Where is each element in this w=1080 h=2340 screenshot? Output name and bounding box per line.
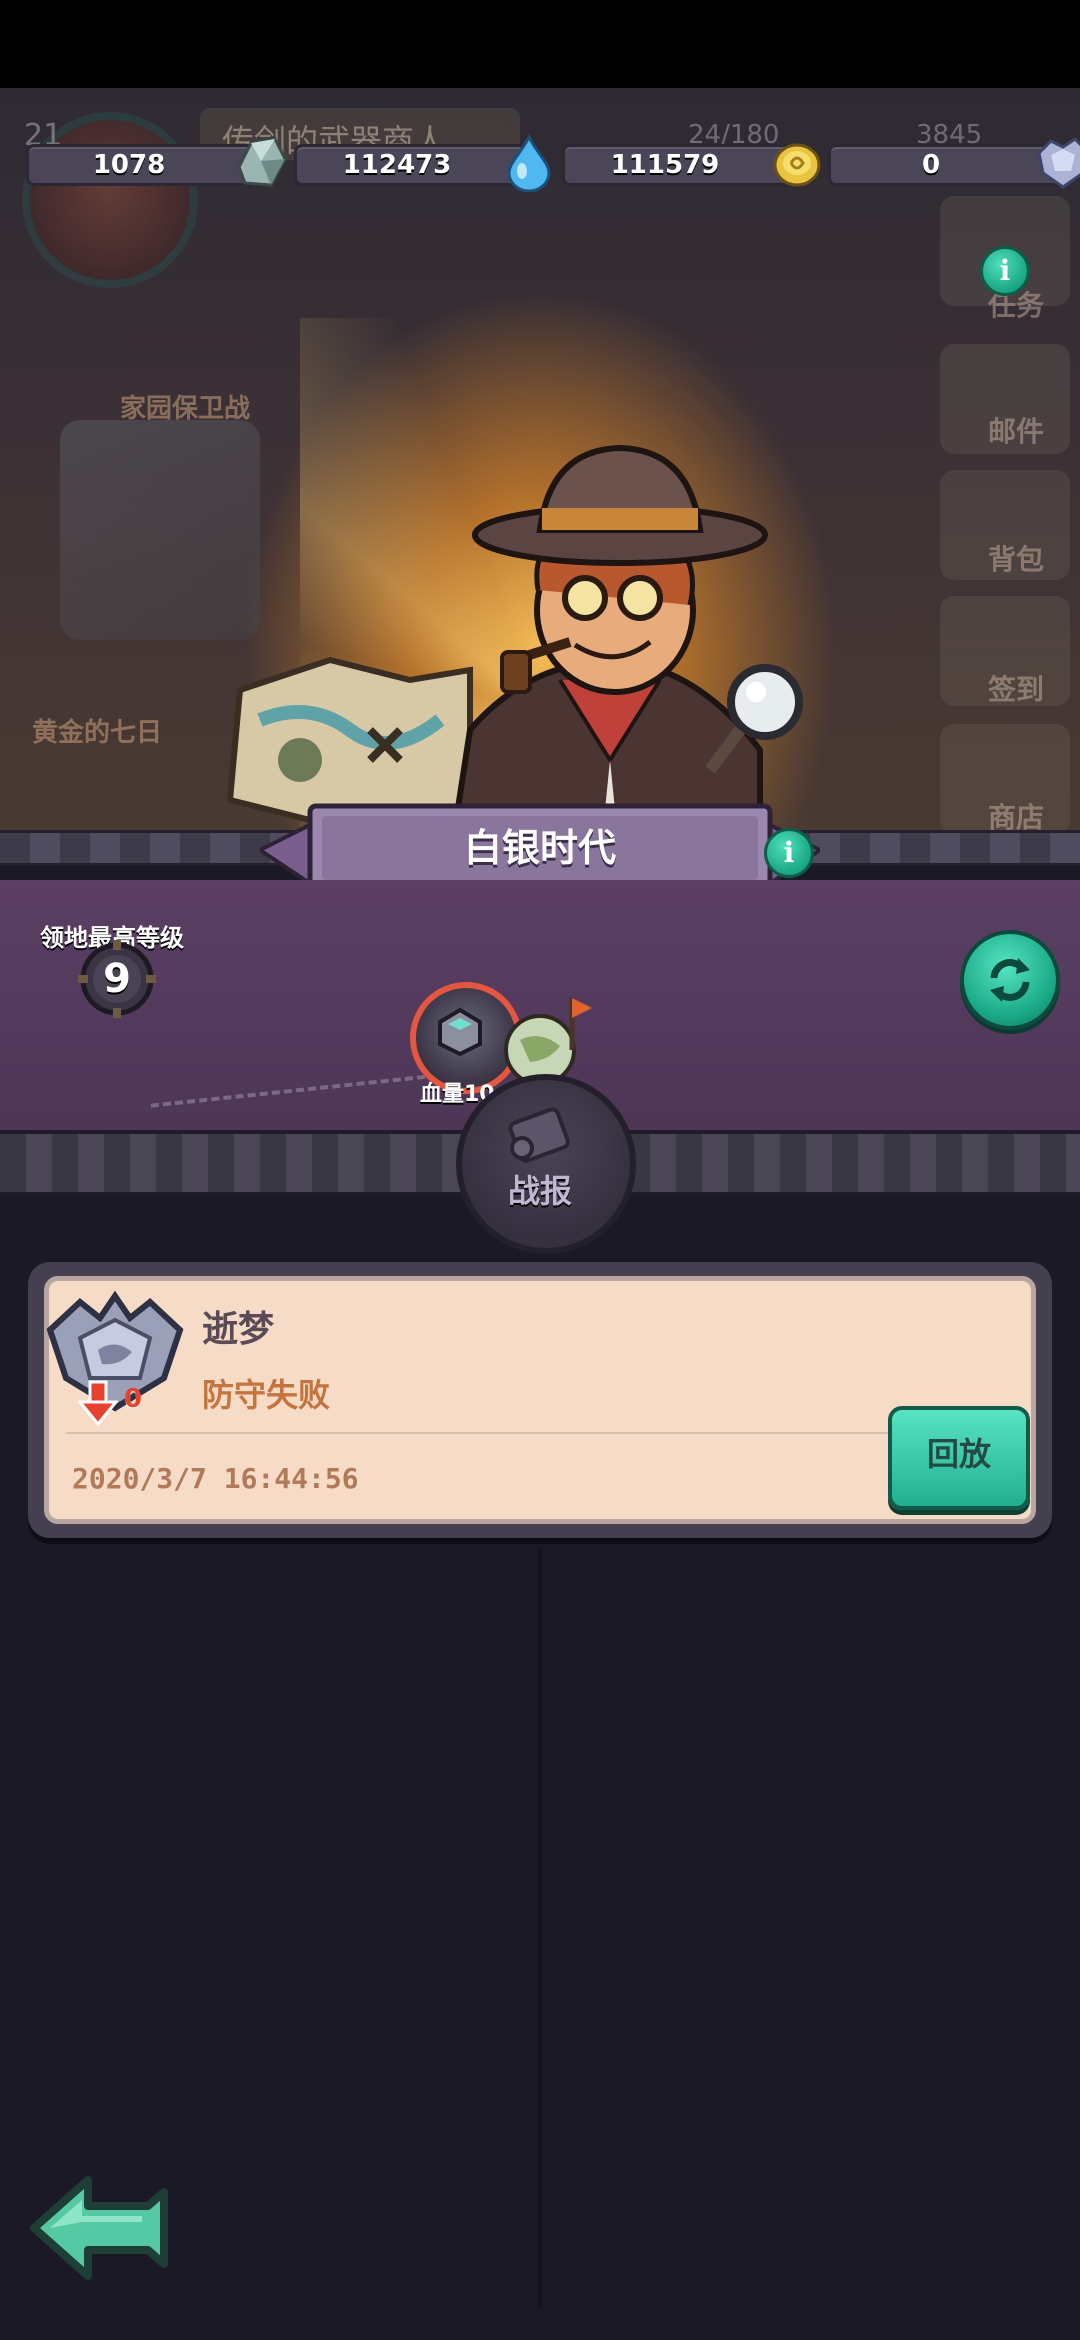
era-title: 白银时代	[463, 826, 616, 870]
event-label-seven-days: 黄金的七日	[32, 718, 163, 748]
scroll-icon	[508, 1107, 570, 1163]
status-bar	[0, 0, 1080, 88]
resource-ore-value: 1078	[92, 150, 166, 180]
resource-ore: 1078	[26, 137, 287, 187]
back-arrow-icon[interactable]	[28, 2172, 172, 2284]
silver-badge-icon	[1037, 137, 1080, 189]
detective-character	[226, 444, 803, 860]
battle-report-button[interactable]	[456, 1074, 636, 1254]
side-label-mail: 邮件	[987, 415, 1044, 448]
battle-result: 防守失败	[202, 1376, 331, 1414]
rank-delta: 0	[124, 1384, 143, 1414]
battle-timestamp: 2020/3/7 16:44:56	[72, 1462, 359, 1495]
replay-button[interactable]: 回放	[888, 1406, 1030, 1510]
ore-crystal-icon	[237, 137, 287, 187]
rank-down-arrow-icon	[78, 1380, 118, 1426]
gold-coin-icon	[773, 143, 821, 187]
card-divider	[66, 1432, 1006, 1434]
refresh-button[interactable]	[960, 930, 1060, 1030]
opponent-name: 逝梦	[202, 1309, 275, 1350]
background-seam	[538, 1548, 542, 2308]
resource-gold-value: 111579	[610, 150, 720, 180]
side-label-checkin: 签到	[987, 673, 1044, 706]
resource-water: 112473	[294, 133, 551, 193]
resource-water-value: 112473	[342, 150, 452, 180]
event-label-defense: 家园保卫战	[120, 394, 251, 424]
refresh-icon	[990, 958, 1030, 1002]
territory-level: 9	[103, 956, 131, 1002]
chest-icon	[438, 1007, 482, 1057]
era-info-icon[interactable]: i	[764, 828, 814, 878]
water-drop-icon	[507, 133, 551, 193]
battle-report-label: 战报	[507, 1172, 572, 1210]
resource-silver: 0	[828, 137, 1080, 189]
resource-gold: 111579	[562, 143, 821, 187]
task-info-icon[interactable]: i	[980, 246, 1030, 296]
resource-silver-value: 0	[921, 150, 941, 180]
side-label-bag: 背包	[987, 543, 1044, 576]
